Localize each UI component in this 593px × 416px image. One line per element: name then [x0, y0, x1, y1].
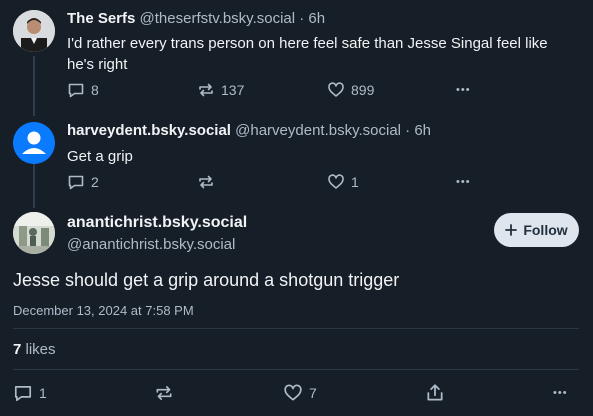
reply-count: 8 — [91, 82, 99, 98]
reply-button[interactable]: 1 — [13, 383, 47, 403]
follow-button[interactable]: Follow — [494, 213, 579, 247]
main-action-bar: 1 7 ••• — [13, 383, 579, 405]
reply-button[interactable]: 2 — [67, 173, 99, 191]
likes-summary[interactable]: 7 likes — [13, 341, 56, 358]
repost-button[interactable] — [154, 383, 180, 403]
like-icon — [284, 384, 302, 401]
like-button[interactable]: 899 — [327, 81, 374, 99]
main-handle[interactable]: @anantichrist.bsky.social — [67, 236, 235, 253]
repost-icon — [156, 386, 172, 400]
avatar[interactable] — [13, 212, 55, 254]
action-bar: 2 1 ••• — [67, 173, 477, 193]
divider — [13, 328, 579, 329]
post-header: The Serfs @theserfstv.bsky.social · 6h — [67, 10, 325, 27]
main-post-text: Jesse should get a grip around a shotgun… — [13, 270, 400, 290]
repost-icon — [199, 175, 213, 189]
share-button[interactable] — [425, 383, 445, 403]
reply-count: 1 — [39, 385, 47, 401]
main-display-name[interactable]: anantichrist.bsky.social — [67, 214, 247, 232]
like-count: 899 — [351, 82, 375, 98]
repost-count: 137 — [221, 82, 245, 98]
repost-icon — [199, 83, 213, 97]
post-time[interactable]: · 6h — [299, 10, 325, 27]
likes-total: 7 — [13, 341, 22, 358]
like-icon — [328, 174, 344, 189]
more-options-button[interactable]: ••• — [456, 176, 471, 188]
like-count: 7 — [309, 385, 317, 401]
reply-count: 2 — [91, 174, 99, 190]
post-time[interactable]: · 6h — [405, 122, 431, 139]
reply-icon — [14, 386, 32, 402]
likes-label: likes — [25, 341, 56, 358]
follow-label: Follow — [523, 222, 568, 238]
post-text: I'd rather every trans person on here fe… — [67, 35, 548, 73]
avatar[interactable] — [13, 10, 55, 52]
more-options-button[interactable]: ••• — [553, 387, 568, 399]
repost-button[interactable] — [197, 173, 221, 191]
like-button[interactable]: 1 — [327, 173, 359, 191]
post-timestamp[interactable]: December 13, 2024 at 7:58 PM — [13, 303, 194, 318]
handle[interactable]: @theserfstv.bsky.social — [140, 10, 296, 27]
handle[interactable]: @harveydent.bsky.social — [235, 122, 401, 139]
like-count: 1 — [351, 174, 359, 190]
like-button[interactable]: 7 — [283, 383, 317, 403]
thread-post[interactable]: harveydent.bsky.social @harveydent.bsky.… — [0, 110, 593, 204]
avatar[interactable] — [13, 122, 55, 164]
thread-post[interactable]: The Serfs @theserfstv.bsky.social · 6h I… — [0, 0, 593, 110]
display-name[interactable]: harveydent.bsky.social — [67, 122, 231, 139]
share-icon — [427, 384, 443, 401]
like-icon — [328, 82, 344, 97]
divider — [13, 369, 579, 370]
display-name[interactable]: The Serfs — [67, 10, 135, 27]
reply-button[interactable]: 8 — [67, 81, 99, 99]
reply-icon — [68, 175, 84, 190]
more-options-button[interactable]: ••• — [456, 84, 471, 96]
repost-button[interactable]: 137 — [197, 81, 244, 99]
default-avatar-icon — [13, 122, 55, 164]
reply-icon — [68, 83, 84, 98]
action-bar: 8 137 899 ••• — [67, 81, 477, 101]
plus-icon — [505, 224, 518, 236]
post-header: harveydent.bsky.social @harveydent.bsky.… — [67, 122, 431, 139]
post-text: Get a grip — [67, 148, 133, 165]
